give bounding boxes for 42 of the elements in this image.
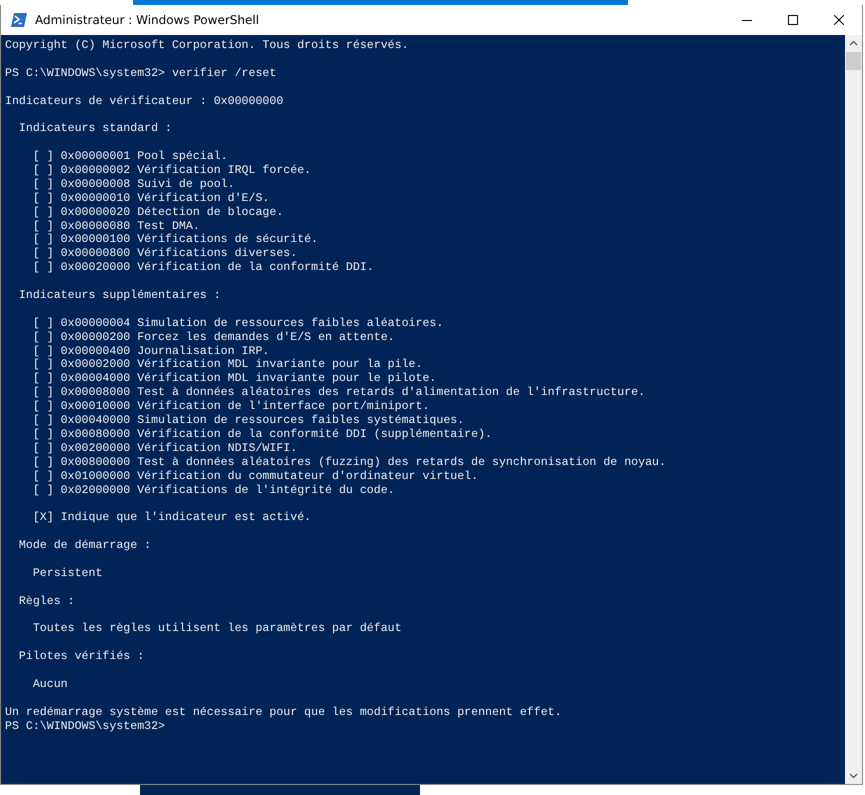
console-line: [X] Indique que l'indicateur est activé. xyxy=(32,511,312,526)
console-line: [ ] 0x02000000 Vérifications de l'intégrité du code. xyxy=(32,484,395,498)
console-line: Indicateurs de vérificateur : 0x00000000 xyxy=(5,94,284,108)
console-line: Règles : xyxy=(18,594,75,609)
console-line: [ ] 0x00002000 Vérification MDL invariante pour la pile. xyxy=(32,358,422,372)
console-line: [ ] 0x00000008 Suivi de pool. xyxy=(32,178,235,192)
console-line: [ ] 0x00000080 Test DMA. xyxy=(32,220,200,234)
console-line: Copyright (C) Microsoft Corporation. Tous droits réservés. xyxy=(5,39,409,53)
scrollbar[interactable] xyxy=(845,35,862,784)
console-line: PS C:\WINDOWS\system32> verifier /reset xyxy=(5,66,276,81)
console-line: Aucun xyxy=(32,678,68,692)
console-line: [ ] 0x00040000 Simulation de ressources faibles systématiques. xyxy=(32,414,464,428)
console-line: [ ] 0x00010000 Vérification de l'interface port/miniport. xyxy=(32,400,430,414)
console-line: [ ] 0x00000100 Vérifications de sécurité. xyxy=(32,233,318,248)
console-line: Pilotes vérifiés : xyxy=(18,650,144,664)
console-line: [ ] 0x00000010 Vérification d'E/S. xyxy=(32,192,270,206)
console-line: [ ] 0x00020000 Vérification de la conformité DDI. xyxy=(32,261,374,276)
console-line: [ ] 0x00000800 Vérifications diverses. xyxy=(32,247,298,262)
window-title: Administrateur : Windows PowerShell xyxy=(35,13,260,27)
console-line: PS C:\WINDOWS\system32> xyxy=(5,720,166,734)
console-line: [ ] 0x00000200 Forcez les demandes d'E/S en attente. xyxy=(32,330,395,345)
console-line: [ ] 0x00080000 Vérification de la conformité DDI (supplémentaire). xyxy=(32,428,492,442)
maximize-icon[interactable] xyxy=(788,15,798,25)
powershell-icon xyxy=(11,13,27,27)
console-line: [ ] 0x00000004 Simulation de ressources faibles aléatoires. xyxy=(32,316,444,331)
console-line: [ ] 0x00000400 Journalisation IRP. xyxy=(32,344,270,358)
console-line: [ ] 0x00000002 Vérification IRQL forcée. xyxy=(32,164,312,178)
console-line: [ ] 0x00000020 Détection de blocage. xyxy=(32,206,284,220)
console-line: Persistent xyxy=(32,566,102,581)
console-line: Mode de démarrage : xyxy=(18,539,152,553)
console-line: [ ] 0x00000001 Pool spécial. xyxy=(32,150,228,164)
close-icon[interactable] xyxy=(834,15,844,25)
console-line: [ ] 0x00800000 Test à données aléatoires (fuzzing) des retards de synchronisation de noyau. xyxy=(32,456,666,470)
console-line: Toutes les règles utilisent les paramètres par défaut xyxy=(32,622,402,636)
console-line: Un redémarrage système est nécessaire pour que les modifications prennent effet. xyxy=(5,706,562,720)
console-line: [ ] 0x00200000 Vérification NDIS/WIFI. xyxy=(32,442,298,456)
console-line: [ ] 0x00008000 Test à données aléatoires des retards d'alimentation de l'infrastructure. xyxy=(32,386,646,400)
console-line: Indicateurs standard : xyxy=(18,122,172,136)
console-line: Indicateurs supplémentaires : xyxy=(18,289,221,303)
console-line: [ ] 0x00004000 Vérification MDL invariante pour le pilote. xyxy=(32,372,436,386)
scroll-thumb[interactable] xyxy=(846,52,861,70)
console-line: [ ] 0x01000000 Vérification du commutateur d'ordinateur virtuel. xyxy=(32,470,478,484)
